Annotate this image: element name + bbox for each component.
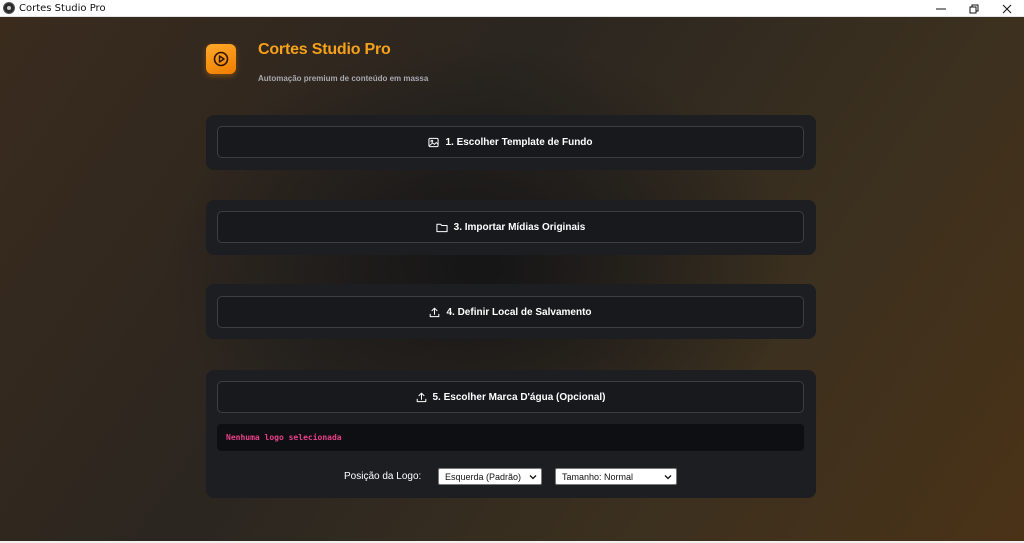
import-media-button[interactable]: 3. Importar Mídias Originais bbox=[217, 211, 804, 243]
logo-size-value: Tamanho: Normal bbox=[562, 471, 634, 482]
watermark-status-box: Nenhuma logo selecionada bbox=[217, 424, 804, 451]
watermark-status-text: Nenhuma logo selecionada bbox=[226, 433, 342, 442]
window-titlebar: Cortes Studio Pro bbox=[0, 0, 1024, 17]
restore-button[interactable] bbox=[957, 0, 991, 17]
logo-size-select[interactable]: Tamanho: Normal bbox=[555, 468, 677, 485]
app-icon bbox=[3, 2, 15, 14]
logo-position-select[interactable]: Esquerda (Padrão) bbox=[438, 468, 542, 485]
upload-icon bbox=[416, 392, 426, 402]
window-title: Cortes Studio Pro bbox=[19, 2, 106, 14]
save-location-button[interactable]: 4. Definir Local de Salvamento bbox=[217, 296, 804, 328]
app-name: Cortes Studio Pro bbox=[258, 41, 391, 58]
upload-icon bbox=[430, 307, 440, 317]
choose-watermark-button[interactable]: 5. Escolher Marca D'água (Opcional) bbox=[217, 381, 804, 413]
app-content: Cortes Studio Pro Automação premium de c… bbox=[0, 17, 1024, 541]
folder-icon bbox=[436, 223, 448, 232]
choose-watermark-label: 5. Escolher Marca D'água (Opcional) bbox=[432, 391, 606, 403]
restore-icon bbox=[969, 4, 979, 13]
choose-template-label: 1. Escolher Template de Fundo bbox=[445, 136, 593, 148]
step-card-watermark: 5. Escolher Marca D'água (Opcional) Nenh… bbox=[206, 370, 816, 498]
minimize-button[interactable] bbox=[924, 0, 958, 17]
image-icon bbox=[428, 137, 440, 147]
step-card-template: 1. Escolher Template de Fundo bbox=[206, 115, 816, 170]
import-media-label: 3. Importar Mídias Originais bbox=[453, 221, 586, 233]
choose-template-button[interactable]: 1. Escolher Template de Fundo bbox=[217, 126, 804, 158]
chevron-down-icon bbox=[664, 475, 672, 480]
step-card-import: 3. Importar Mídias Originais bbox=[206, 200, 816, 255]
app-tagline: Automação premium de conteúdo em massa bbox=[258, 74, 429, 83]
play-circle-icon bbox=[213, 51, 229, 67]
logo-position-label: Posição da Logo: bbox=[344, 471, 422, 482]
step-card-save-location: 4. Definir Local de Salvamento bbox=[206, 284, 816, 339]
save-location-label: 4. Definir Local de Salvamento bbox=[446, 306, 592, 318]
logo-position-value: Esquerda (Padrão) bbox=[445, 471, 522, 482]
chevron-down-icon bbox=[529, 475, 537, 480]
close-button[interactable] bbox=[990, 0, 1024, 17]
app-logo bbox=[206, 44, 236, 74]
logo-options-row: Posição da Logo: Esquerda (Padrão) Taman… bbox=[206, 468, 816, 486]
close-icon bbox=[1002, 4, 1012, 13]
minimize-icon bbox=[936, 8, 946, 9]
